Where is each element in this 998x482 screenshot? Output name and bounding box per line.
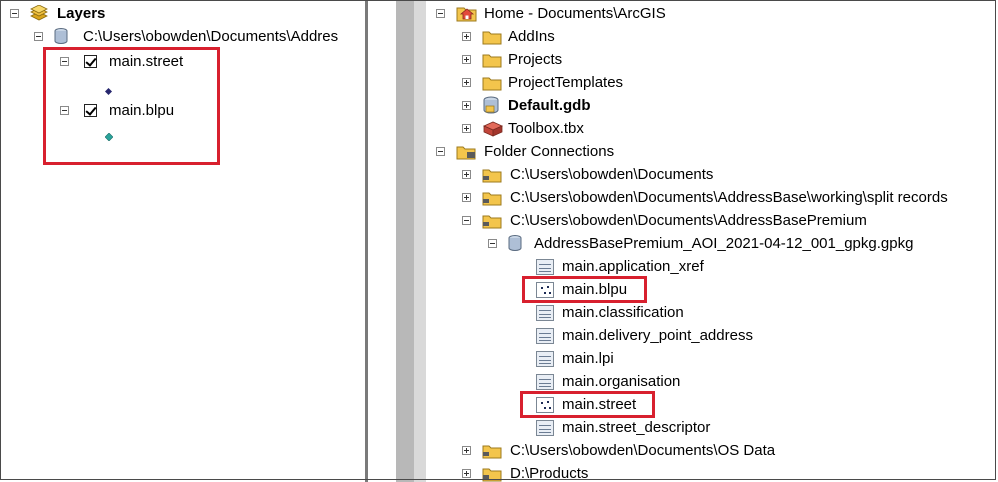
catalog-item-projects[interactable]: Projects xyxy=(462,48,992,71)
catalog-item-street-descriptor[interactable]: main.street_descriptor xyxy=(536,416,836,439)
classification-label: main.classification xyxy=(562,304,684,321)
organisation-label: main.organisation xyxy=(562,373,681,390)
panel-gap xyxy=(368,0,396,482)
table-of-contents-panel: Layers C:\Users\obowden\Documents\Addres… xyxy=(0,0,367,482)
expand-addins-expander[interactable] xyxy=(462,32,471,41)
expand-projects-expander[interactable] xyxy=(462,55,471,64)
table-icon xyxy=(536,259,554,275)
table-icon xyxy=(536,374,554,390)
delivery-point-address-label: main.delivery_point_address xyxy=(562,327,753,344)
expand-default-gdb-expander[interactable] xyxy=(462,101,471,110)
expand-toolbox-expander[interactable] xyxy=(462,124,471,133)
collapse-database-expander[interactable] xyxy=(34,32,43,41)
folder-connections-label: Folder Connections xyxy=(484,143,615,160)
catalog-item-conn-documents[interactable]: C:\Users\obowden\Documents xyxy=(462,163,992,186)
home-label: Home - Documents\ArcGIS xyxy=(484,5,666,22)
lpi-label: main.lpi xyxy=(562,350,614,367)
table-icon xyxy=(536,420,554,436)
database-icon xyxy=(54,28,68,44)
catalog-item-lpi[interactable]: main.lpi xyxy=(536,347,736,370)
catalog-item-folder-connections[interactable]: Folder Connections xyxy=(436,140,996,163)
catalog-item-default-gdb[interactable]: Default.gdb xyxy=(462,94,992,117)
street-highlight-box xyxy=(520,391,655,418)
toolbox-label: Toolbox.tbx xyxy=(508,120,584,137)
folder-connection-icon xyxy=(482,466,504,482)
expand-projecttemplates-expander[interactable] xyxy=(462,78,471,87)
table-icon xyxy=(536,305,554,321)
catalog-item-classification[interactable]: main.classification xyxy=(536,301,836,324)
default-gdb-label: Default.gdb xyxy=(508,97,591,114)
expand-conn-products-expander[interactable] xyxy=(462,469,471,478)
projects-label: Projects xyxy=(508,51,563,68)
layers-stack-icon xyxy=(29,4,49,21)
addins-label: AddIns xyxy=(508,28,555,45)
blpu-highlight-box xyxy=(522,276,647,303)
expand-conn-split-records-expander[interactable] xyxy=(462,193,471,202)
catalog-item-conn-addressbasepremium[interactable]: C:\Users\obowden\Documents\AddressBasePr… xyxy=(462,209,992,232)
geopackage-icon xyxy=(508,235,522,258)
table-icon xyxy=(536,351,554,367)
catalog-scroll-track[interactable] xyxy=(414,0,426,482)
conn-products-label: D:\Products xyxy=(510,465,589,482)
catalog-item-toolbox[interactable]: Toolbox.tbx xyxy=(462,117,992,140)
projecttemplates-label: ProjectTemplates xyxy=(508,74,624,91)
collapse-folder-connections-expander[interactable] xyxy=(436,147,445,156)
catalog-item-conn-os-data[interactable]: C:\Users\obowden\Documents\OS Data xyxy=(462,439,992,462)
expand-conn-os-data-expander[interactable] xyxy=(462,446,471,455)
toc-highlight-box xyxy=(43,47,220,165)
catalog-item-delivery-point-address[interactable]: main.delivery_point_address xyxy=(536,324,856,347)
catalog-item-application-xref[interactable]: main.application_xref xyxy=(536,255,836,278)
conn-documents-label: C:\Users\obowden\Documents xyxy=(510,166,714,183)
collapse-conn-addressbasepremium-expander[interactable] xyxy=(462,216,471,225)
catalog-item-home[interactable]: Home - Documents\ArcGIS xyxy=(436,2,996,25)
catalog-item-organisation[interactable]: main.organisation xyxy=(536,370,836,393)
layers-title: Layers xyxy=(57,5,106,22)
application-xref-label: main.application_xref xyxy=(562,258,704,275)
catalog-item-addins[interactable]: AddIns xyxy=(462,25,992,48)
conn-addressbasepremium-label: C:\Users\obowden\Documents\AddressBasePr… xyxy=(510,212,867,229)
conn-os-data-label: C:\Users\obowden\Documents\OS Data xyxy=(510,442,776,459)
collapse-layers-expander[interactable] xyxy=(10,9,19,18)
collapse-geopackage-expander[interactable] xyxy=(488,239,497,248)
database-path-label: C:\Users\obowden\Documents\Addres xyxy=(83,28,339,45)
catalog-item-conn-split-records[interactable]: C:\Users\obowden\Documents\AddressBase\w… xyxy=(462,186,996,209)
toc-root-layers[interactable]: Layers xyxy=(10,2,310,25)
catalog-item-conn-products[interactable]: D:\Products xyxy=(462,462,992,482)
table-icon xyxy=(536,328,554,344)
conn-split-records-label: C:\Users\obowden\Documents\AddressBase\w… xyxy=(510,189,948,206)
expand-conn-documents-expander[interactable] xyxy=(462,170,471,179)
catalog-item-geopackage[interactable]: AddressBasePremium_AOI_2021-04-12_001_gp… xyxy=(488,232,988,255)
toc-database-node[interactable]: C:\Users\obowden\Documents\Addres xyxy=(34,25,367,48)
catalog-tree-panel: Home - Documents\ArcGIS AddIns Projects … xyxy=(426,0,996,482)
catalog-item-projecttemplates[interactable]: ProjectTemplates xyxy=(462,71,992,94)
collapse-home-expander[interactable] xyxy=(436,9,445,18)
panel-splitter[interactable] xyxy=(396,0,414,482)
street-descriptor-label: main.street_descriptor xyxy=(562,419,711,436)
geopackage-label: AddressBasePremium_AOI_2021-04-12_001_gp… xyxy=(534,235,914,252)
